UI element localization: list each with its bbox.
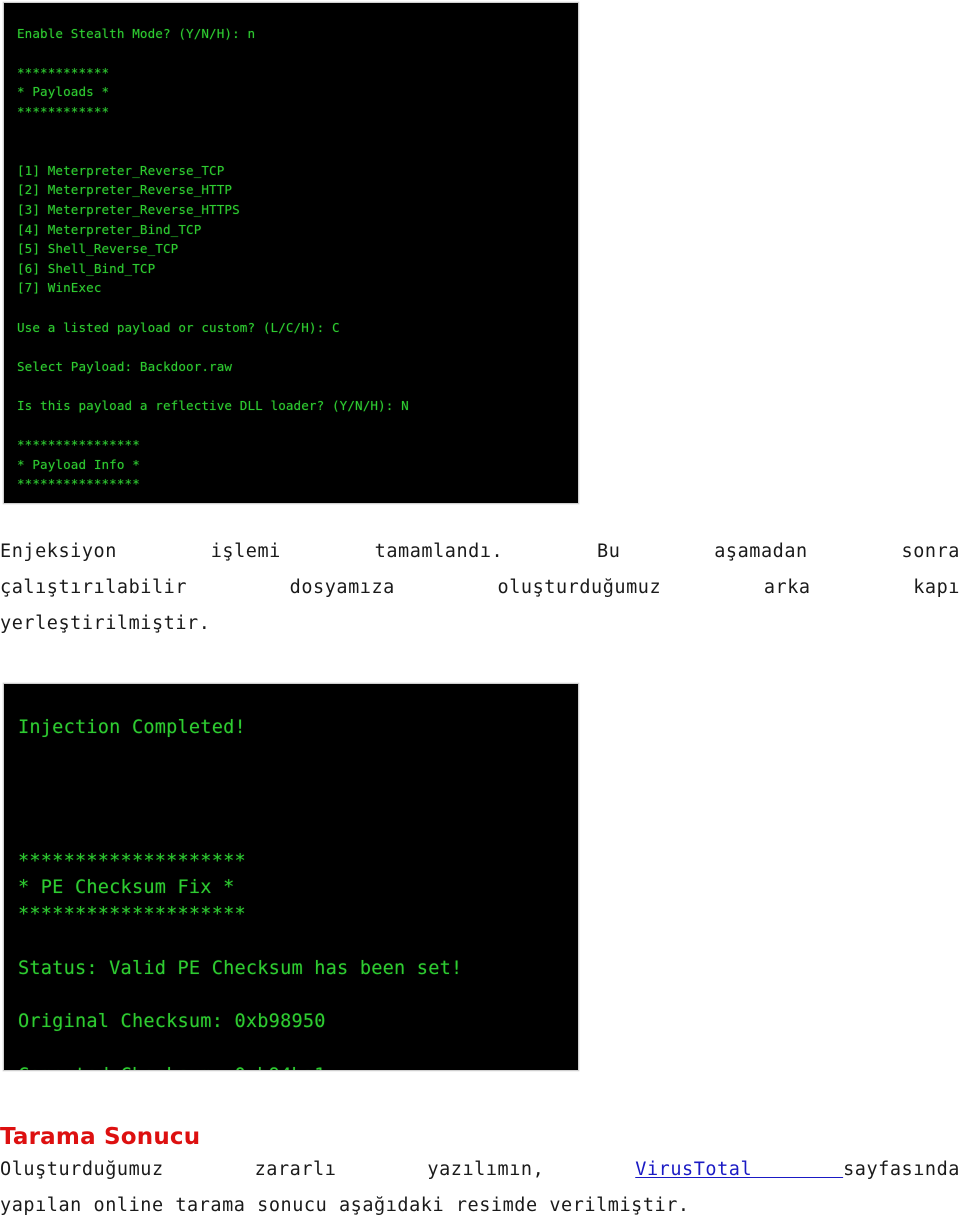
paragraph-scan-line-1: Oluşturduğumuz zararlı yazılımın, VirusT… [0,1152,960,1188]
paragraph-injection-line-3: yerleştirilmiştir. [0,613,211,634]
paragraph-scan-text-before-link: Oluşturduğumuz zararlı yazılımın, [0,1159,636,1180]
terminal-screenshot-checksum: Injection Completed! *******************… [3,683,579,1071]
terminal-payloads-output: Enable Stealth Mode? (Y/N/H): n ********… [17,25,409,492]
paragraph-scan-result: Oluşturduğumuz zararlı yazılımın, VirusT… [0,1152,960,1224]
paragraph-scan-line-2: yapılan online tarama sonucu aşağıdaki r… [0,1195,690,1216]
paragraph-injection-line-2: çalıştırılabilir dosyamıza oluşturduğumu… [0,577,960,598]
paragraph-scan-text-after-link: sayfasında [843,1159,960,1180]
heading-scan-result: Tarama Sonucu [0,1124,201,1151]
terminal-screenshot-payloads: Enable Stealth Mode? (Y/N/H): n ********… [3,2,579,504]
virustotal-link[interactable]: VirusTotal [635,1159,843,1180]
paragraph-injection-completed: Enjeksiyon işlemi tamamlandı. Bu aşamada… [0,534,960,642]
paragraph-injection-line-1: Enjeksiyon işlemi tamamlandı. Bu aşamada… [0,541,960,562]
terminal-checksum-output: Injection Completed! *******************… [18,716,463,1070]
